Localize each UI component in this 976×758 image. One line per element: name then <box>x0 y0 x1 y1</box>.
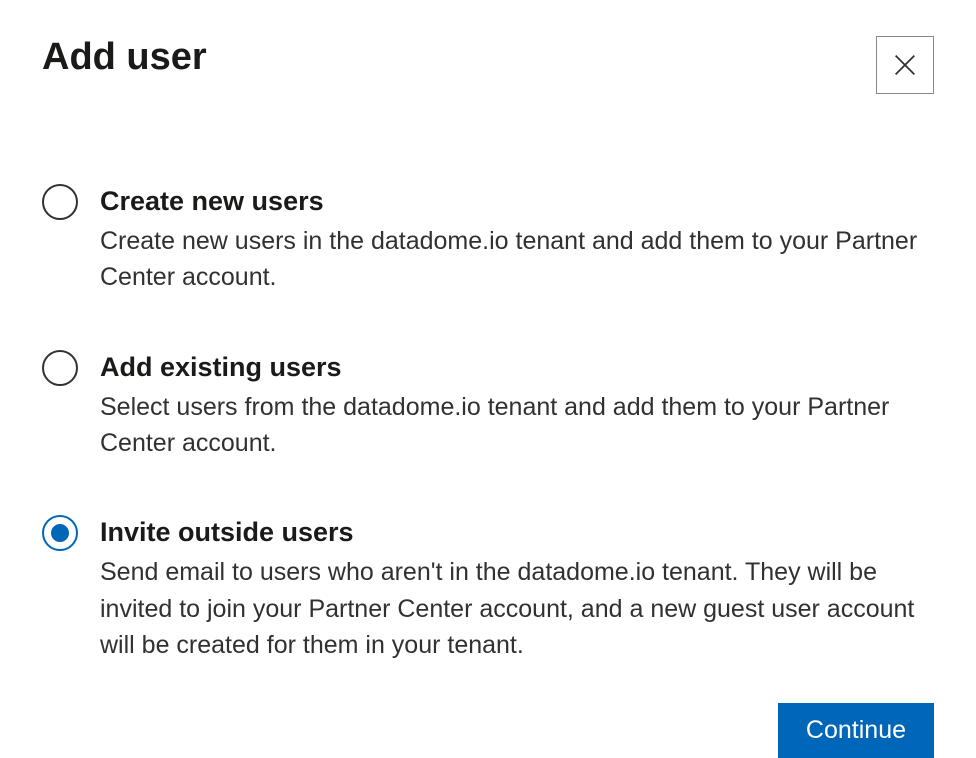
radio-create-new-users[interactable] <box>42 184 78 220</box>
option-add-existing-users[interactable]: Add existing users Select users from the… <box>42 350 934 462</box>
option-text-block: Create new users Create new users in the… <box>100 184 934 296</box>
dialog-header: Add user <box>42 36 934 94</box>
option-description: Select users from the datadome.io tenant… <box>100 389 934 462</box>
option-title: Add existing users <box>100 350 934 385</box>
option-description: Send email to users who aren't in the da… <box>100 554 934 663</box>
option-text-block: Invite outside users Send email to users… <box>100 515 934 663</box>
continue-button[interactable]: Continue <box>778 703 934 758</box>
option-title: Create new users <box>100 184 934 219</box>
option-description: Create new users in the datadome.io tena… <box>100 223 934 296</box>
radio-invite-outside-users[interactable] <box>42 515 78 551</box>
option-invite-outside-users[interactable]: Invite outside users Send email to users… <box>42 515 934 663</box>
option-create-new-users[interactable]: Create new users Create new users in the… <box>42 184 934 296</box>
option-text-block: Add existing users Select users from the… <box>100 350 934 462</box>
dialog-footer: Continue <box>42 703 934 758</box>
close-button[interactable] <box>876 36 934 94</box>
close-icon <box>891 51 919 79</box>
radio-add-existing-users[interactable] <box>42 350 78 386</box>
options-group: Create new users Create new users in the… <box>42 184 934 663</box>
dialog-title: Add user <box>42 36 207 79</box>
option-title: Invite outside users <box>100 515 934 550</box>
